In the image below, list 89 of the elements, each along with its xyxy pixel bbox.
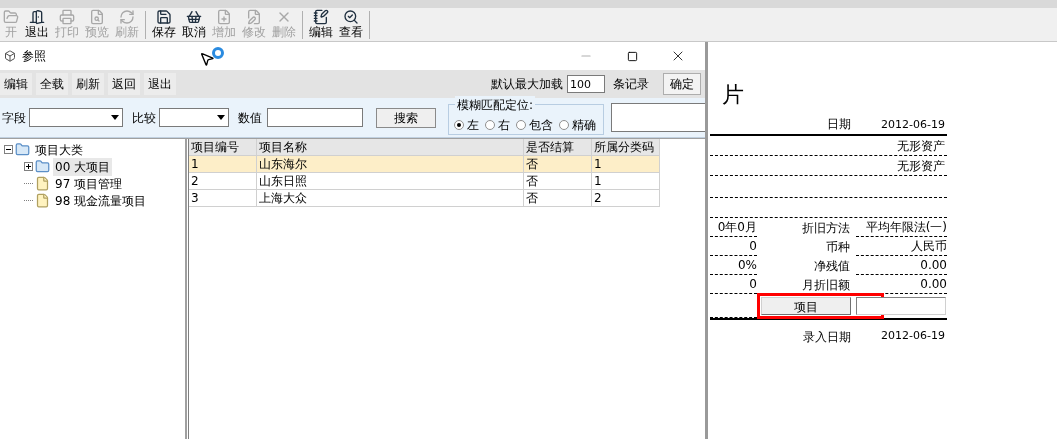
entry-date-label: 录入日期 bbox=[803, 329, 852, 346]
radio-option[interactable]: 精确 bbox=[559, 115, 596, 134]
records-label: 条记录 bbox=[613, 76, 649, 93]
field-value: 0年0月 bbox=[710, 218, 757, 237]
folder-icon bbox=[3, 9, 19, 25]
file-icon bbox=[35, 176, 50, 191]
file-pen-icon bbox=[246, 9, 262, 25]
folder-icon bbox=[15, 142, 30, 157]
table-cell: 3 bbox=[189, 190, 257, 207]
max-load-field[interactable]: 100 bbox=[567, 75, 605, 93]
radio-option[interactable]: 左 bbox=[454, 115, 479, 134]
radio-option[interactable]: 右 bbox=[485, 115, 510, 134]
tree-item[interactable]: 00 大项目 bbox=[53, 157, 113, 176]
field-value: 0 bbox=[710, 275, 757, 294]
column-header[interactable]: 项目名称 bbox=[257, 139, 524, 156]
asset-type-value: 无形资产 bbox=[897, 138, 946, 155]
table-row[interactable]: 3 上海大众 否 2 bbox=[189, 190, 660, 207]
toolbar-button[interactable]: 编辑 bbox=[0, 73, 32, 95]
collapse-icon[interactable] bbox=[4, 145, 13, 154]
field-value: 0.00 bbox=[856, 256, 947, 275]
field-value: 0.00 bbox=[856, 275, 947, 294]
toolbar-button[interactable]: 保存 bbox=[149, 9, 179, 41]
file-plus-icon bbox=[216, 9, 232, 25]
table-cell: 2 bbox=[592, 190, 660, 207]
project-button[interactable]: 项目 bbox=[761, 297, 851, 315]
notebook-pen-icon bbox=[313, 9, 329, 25]
save-icon bbox=[156, 9, 172, 25]
basket-icon bbox=[186, 9, 202, 25]
entry-date-value: 2012-06-19 bbox=[881, 328, 945, 344]
toolbar-button[interactable]: 返回 bbox=[108, 73, 140, 95]
confirm-button[interactable]: 确定 bbox=[663, 73, 701, 95]
table-cell: 上海大众 bbox=[257, 190, 524, 207]
folder-icon bbox=[35, 159, 50, 174]
toolbar-button[interactable]: 刷新 bbox=[72, 73, 104, 95]
card-title: 片 bbox=[722, 82, 744, 108]
search-icon bbox=[343, 9, 359, 25]
radio-button[interactable] bbox=[559, 119, 569, 130]
search-button[interactable]: 搜索 bbox=[376, 107, 436, 128]
expand-icon[interactable] bbox=[24, 162, 33, 171]
value-label: 数值 bbox=[238, 109, 262, 127]
dialog-title: 参照 bbox=[22, 48, 46, 65]
maximize-icon bbox=[626, 50, 638, 62]
field-label: 折旧方法 bbox=[801, 220, 850, 237]
table-cell: 否 bbox=[524, 190, 592, 207]
toolbar-button[interactable]: 取消 bbox=[179, 9, 209, 41]
toolbar-button[interactable]: 退出 bbox=[144, 73, 176, 95]
table-row[interactable]: 1 山东海尔 否 1 bbox=[189, 156, 660, 173]
asset-type-value: 无形资产 bbox=[897, 158, 946, 175]
cursor-icon bbox=[199, 51, 215, 67]
radio-option[interactable]: 包含 bbox=[516, 115, 553, 134]
toolbar-button[interactable]: 全载 bbox=[36, 73, 68, 95]
field-label: 字段 bbox=[2, 109, 26, 127]
tree-item[interactable]: 97 项目管理 bbox=[53, 174, 125, 193]
cube-icon bbox=[4, 50, 16, 62]
compare-label: 比较 bbox=[132, 109, 156, 127]
tree-item[interactable]: 98 现金流量项目 bbox=[53, 191, 149, 210]
date-value: 2012-06-19 bbox=[881, 116, 945, 133]
field-value: 0 bbox=[710, 237, 757, 256]
text-field[interactable] bbox=[611, 103, 705, 132]
toolbar-button[interactable]: 编辑 bbox=[306, 9, 336, 41]
field-label: 月折旧额 bbox=[801, 277, 850, 294]
date-label: 日期 bbox=[827, 116, 852, 133]
toolbar-button[interactable]: 查看 bbox=[336, 9, 366, 41]
door-icon bbox=[29, 9, 45, 25]
field-value: 平均年限法(一) bbox=[856, 218, 947, 237]
field-value: 人民币 bbox=[856, 237, 947, 256]
toolbar-button[interactable]: 退出 bbox=[22, 9, 52, 41]
table-row[interactable]: 2 山东日照 否 1 bbox=[189, 173, 660, 190]
radio-button[interactable] bbox=[454, 119, 464, 130]
refresh-icon bbox=[119, 9, 135, 25]
group-title: 模糊匹配定位: bbox=[455, 96, 536, 114]
loading-ring-icon bbox=[212, 47, 224, 59]
column-header[interactable]: 项目编号 bbox=[189, 139, 257, 156]
radio-button[interactable] bbox=[516, 119, 526, 130]
max-load-label: 默认最大加载 bbox=[491, 76, 563, 93]
project-field[interactable] bbox=[856, 297, 946, 315]
field-dropdown[interactable] bbox=[29, 108, 123, 127]
tree-item[interactable]: 项目大类 bbox=[33, 140, 85, 159]
radio-button[interactable] bbox=[485, 119, 495, 130]
field-value: 0% bbox=[710, 256, 757, 275]
file-icon bbox=[35, 193, 50, 208]
printer-icon bbox=[59, 9, 75, 25]
column-header[interactable]: 所属分类码 bbox=[592, 139, 660, 156]
value-field[interactable] bbox=[267, 108, 363, 127]
field-label: 净残值 bbox=[813, 258, 850, 275]
field-label: 币种 bbox=[825, 239, 850, 256]
column-header[interactable]: 是否结算 bbox=[524, 139, 592, 156]
compare-dropdown[interactable] bbox=[159, 108, 229, 127]
file-search-icon bbox=[89, 9, 105, 25]
